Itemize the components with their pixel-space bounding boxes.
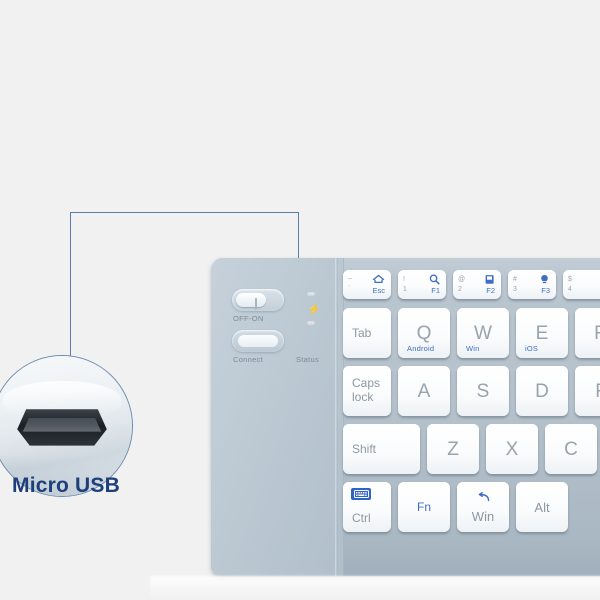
key-f2-label: F2 [486, 285, 495, 295]
key-caps-lock-label-2: lock [352, 390, 374, 404]
key-x[interactable]: X [486, 424, 538, 474]
micro-usb-label: Micro USB [12, 474, 120, 497]
key-row-qwerty: Tab Q Android W Win E iOS R [343, 308, 600, 358]
power-switch-label: OFF-ON [233, 314, 264, 323]
key-esc-label: Esc [372, 285, 385, 295]
key-f4-dollar: $ [568, 276, 572, 283]
key-d[interactable]: D [516, 366, 568, 416]
key-ctrl[interactable]: Ctrl [343, 482, 391, 532]
key-a-label: A [417, 380, 431, 402]
key-row-shift: Shift Z X C [343, 424, 597, 474]
bluetooth-keyboard: OFF-ON Connect ⚡ Status ~ ` Esc ! 1 F1 @… [211, 258, 600, 576]
power-switch[interactable] [232, 289, 284, 311]
keyboard-icon [351, 488, 371, 500]
key-s-label: S [476, 380, 490, 402]
micro-usb-contact-strip [22, 417, 102, 432]
key-f1[interactable]: ! 1 F1 [398, 270, 446, 299]
key-w-label: W [474, 322, 492, 344]
key-c[interactable]: C [545, 424, 597, 474]
key-f3-hash: # [513, 276, 517, 283]
keyboard-control-panel: OFF-ON Connect ⚡ Status [211, 258, 344, 576]
key-f1-label: F1 [431, 285, 440, 295]
key-e-sublabel: iOS [525, 344, 539, 353]
status-led-bottom [307, 321, 315, 326]
status-led-top [307, 292, 315, 297]
connect-button[interactable] [232, 330, 284, 352]
power-switch-knob-grip [255, 298, 257, 310]
key-a[interactable]: A [398, 366, 450, 416]
key-e[interactable]: E iOS [516, 308, 568, 358]
key-r-label: R [594, 324, 600, 343]
callout-line-left [70, 212, 71, 364]
key-alt-label: Alt [534, 499, 550, 515]
key-esc-backtick: ` [348, 286, 351, 293]
key-f4[interactable]: $ 4 [563, 270, 600, 299]
key-f2-at: @ [458, 276, 466, 283]
callout-line-top [70, 212, 299, 213]
key-x-label: X [505, 438, 519, 460]
key-f3-three: 3 [513, 286, 517, 293]
key-ctrl-label: Ctrl [352, 511, 371, 525]
key-f[interactable]: F [575, 366, 600, 416]
key-win-label: Win [471, 509, 495, 524]
key-w-sublabel: Win [466, 344, 480, 353]
key-row-home: Caps lock A S D F [343, 366, 600, 416]
key-shift-label: Shift [352, 442, 377, 456]
key-f3-label: F3 [541, 285, 550, 295]
key-f1-one: 1 [403, 286, 407, 293]
key-f-label: F [595, 382, 600, 401]
key-e-label: E [535, 322, 549, 344]
key-z-label: Z [447, 438, 459, 460]
key-w[interactable]: W Win [457, 308, 509, 358]
key-fn-label: Fn [416, 500, 431, 514]
hinge-seam [335, 258, 338, 576]
connect-button-label: Connect [233, 355, 264, 364]
power-switch-knob [236, 293, 266, 310]
key-caps-lock-stack: Caps lock [352, 376, 381, 405]
key-f4-four: 4 [568, 286, 572, 293]
callout-line-right [298, 212, 299, 260]
key-tab[interactable]: Tab [343, 308, 391, 358]
home-icon [372, 274, 385, 286]
connect-button-cap [238, 335, 278, 347]
key-row-bottom: Ctrl Fn Win Alt [343, 482, 568, 532]
surface-reflection [150, 576, 600, 600]
key-f2[interactable]: @ 2 F2 [453, 270, 501, 299]
key-q[interactable]: Q Android [398, 308, 450, 358]
key-row-function: ~ ` Esc ! 1 F1 @ 2 F2 # 3 F3 $ 4 [343, 270, 600, 299]
key-esc[interactable]: ~ ` Esc [343, 270, 391, 299]
key-fn[interactable]: Fn [398, 482, 450, 532]
key-r[interactable]: R [575, 308, 600, 358]
key-esc-tilde: ~ [348, 276, 353, 283]
key-q-label: Q [416, 322, 432, 344]
key-s[interactable]: S [457, 366, 509, 416]
key-z[interactable]: Z [427, 424, 479, 474]
key-shift[interactable]: Shift [343, 424, 420, 474]
key-q-sublabel: Android [407, 344, 435, 353]
back-arrow-icon [476, 490, 490, 505]
key-win[interactable]: Win [457, 482, 509, 532]
key-f2-two: 2 [458, 286, 462, 293]
key-f3[interactable]: # 3 F3 [508, 270, 556, 299]
key-d-label: D [535, 380, 549, 402]
battery-bolt-icon: ⚡ [307, 304, 321, 316]
key-f1-exclaim: ! [403, 276, 405, 283]
key-c-label: C [564, 438, 578, 460]
status-label: Status [296, 355, 320, 364]
key-tab-label: Tab [352, 326, 372, 340]
key-caps-lock[interactable]: Caps lock [343, 366, 391, 416]
key-caps-lock-label-1: Caps [352, 376, 381, 391]
key-alt[interactable]: Alt [516, 482, 568, 532]
key-area: ~ ` Esc ! 1 F1 @ 2 F2 # 3 F3 $ 4 Tab Q A… [343, 258, 600, 576]
product-photo-scene: Micro USB OFF-ON Connect ⚡ Status ~ ` Es… [0, 0, 600, 600]
